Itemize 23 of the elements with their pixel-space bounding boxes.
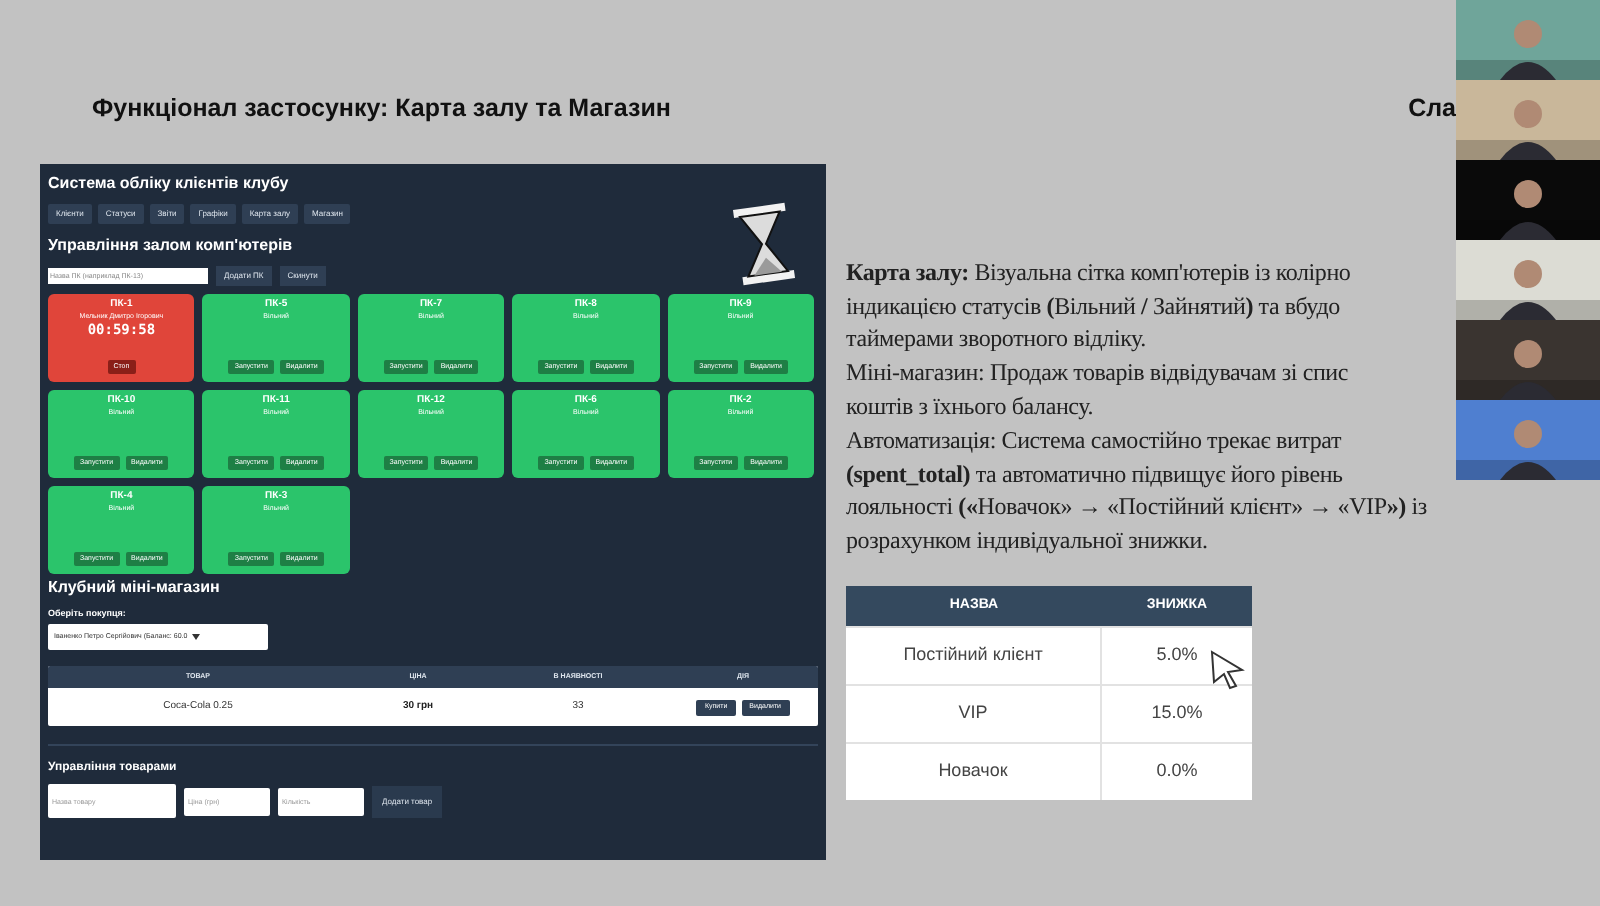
text-line: таймерами зворотного відліку. [846,322,1148,357]
table-cell-text: 0.0% [1156,758,1198,785]
text-line: індикацією статусів (Вільний / Зайнятий) та вбудо [846,289,1342,323]
text-line: (spent_total) та автоматично підвищує його рівень [846,457,1345,491]
cursor-icon [1210,649,1246,690]
table-cell-text: 15.0% [1151,700,1203,727]
section-heading: Клубний міні-магазин [48,579,222,596]
hourglass-icon [728,199,800,288]
text-line: лояльності («Новачок» → «Постійний клієнт» → «VIP») із [846,490,1429,525]
section-heading: Управління залом комп'ютерів [48,237,295,254]
caret-icon [191,634,200,641]
table-cell-text: 5.0% [1156,642,1198,669]
table-cell: Постійний клієнт [846,627,1102,684]
slide-title-cut: Сла [1408,92,1456,126]
text-line: Міні-магазин: Продаж товарів відвідувачам зі спис [846,356,1351,390]
text-line: коштів з їхнього балансу. [846,389,1096,424]
app-title: Система обліку клієнтів клубу [48,175,291,192]
text-line: Карта залу: Візуальна сітка комп'ютерів із колірно [846,255,1353,290]
slide-title: Функціонал застосунку: Карта залу та Магазин [92,92,671,126]
table-cell: VIP [846,685,1102,742]
text-line: Автоматизація: Система самостійно трекає витрат [846,423,1344,458]
text-line: розрахунком індивідуальної знижки. [846,524,1210,558]
table-cell: Новачок [846,743,1102,800]
